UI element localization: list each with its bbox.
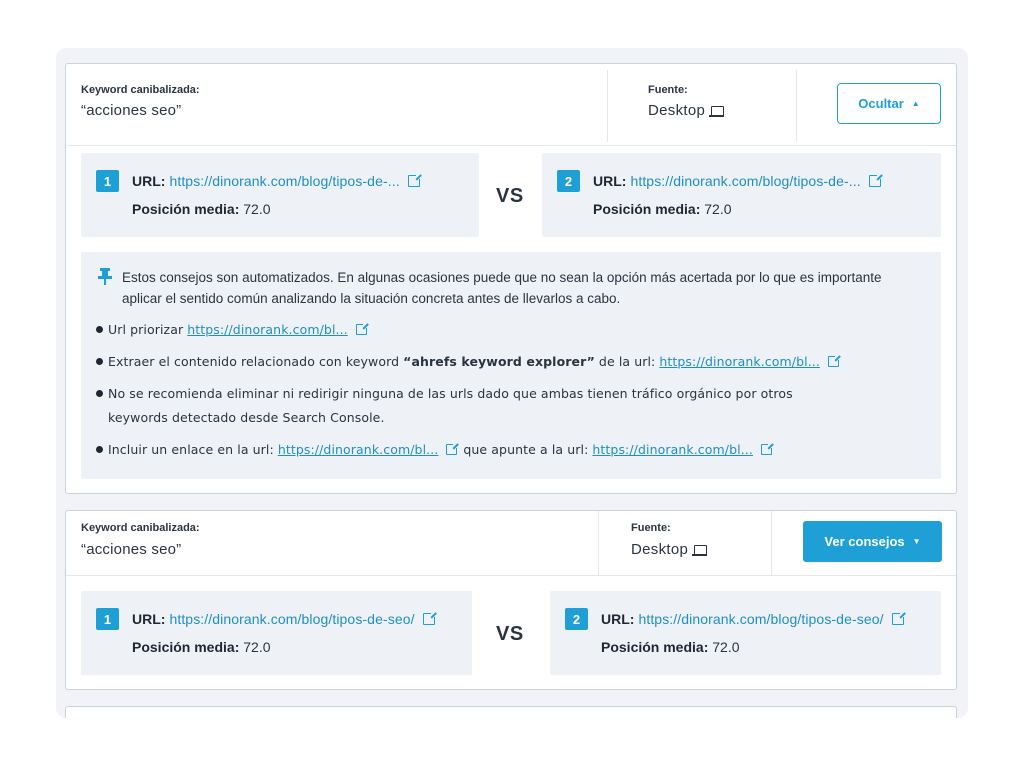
- advice-notice: Estos consejos son automatizados. En alg…: [122, 270, 882, 306]
- advice-text: Url priorizar: [108, 322, 184, 337]
- url-line: URL: https://dinorank.com/blog/tipos-de-…: [601, 611, 906, 627]
- cannibalization-card: Keyword canibalizada: “acciones seo” Fue…: [65, 510, 957, 690]
- advice-panel: Estos consejos son automatizados. En alg…: [81, 252, 941, 479]
- position-label: Posición media:: [132, 201, 240, 217]
- position-line: Posición media: 72.0: [601, 639, 740, 655]
- hide-advice-button[interactable]: Ocultar ▲: [837, 83, 941, 124]
- vs-label: VS: [496, 623, 524, 645]
- advice-item: No se recomienda eliminar ni redirigir n…: [96, 386, 793, 401]
- laptop-icon: [709, 105, 725, 117]
- show-advice-button[interactable]: Ver consejos ▼: [803, 521, 942, 562]
- url-line: URL: https://dinorank.com/blog/tipos-de-…: [132, 173, 422, 189]
- external-link-icon[interactable]: [446, 442, 460, 455]
- bullet-dot: [96, 446, 103, 453]
- position-label: Posición media:: [593, 201, 701, 217]
- bullet-dot: [96, 390, 103, 397]
- laptop-icon: [692, 544, 708, 556]
- bullet-dot: [96, 326, 103, 333]
- url-box-1: 1 URL: https://dinorank.com/blog/tipos-d…: [81, 153, 479, 237]
- url-number-badge: 1: [96, 608, 119, 630]
- advice-link[interactable]: https://dinorank.com/bl...: [187, 322, 348, 337]
- advice-link[interactable]: https://dinorank.com/bl...: [659, 354, 820, 369]
- advice-link[interactable]: https://dinorank.com/bl...: [592, 442, 753, 457]
- url-link[interactable]: https://dinorank.com/blog/tipos-de-...: [630, 173, 860, 189]
- url-box-1: 1 URL: https://dinorank.com/blog/tipos-d…: [81, 591, 472, 675]
- source-label: Fuente:: [631, 522, 671, 534]
- advice-item: Extraer el contenido relacionado con key…: [96, 354, 841, 369]
- advice-text: No se recomienda eliminar ni redirigir n…: [108, 386, 793, 401]
- url-link[interactable]: https://dinorank.com/blog/tipos-de-...: [169, 173, 399, 189]
- cannibalization-list: Keyword canibalizada: “acciones seo” Fue…: [56, 48, 968, 718]
- source-value-text: Desktop: [648, 102, 706, 119]
- external-link-icon[interactable]: [407, 173, 422, 187]
- position-line: Posición media: 72.0: [593, 201, 732, 217]
- url-label: URL:: [593, 173, 627, 189]
- header-divider: [607, 70, 608, 142]
- cannibalization-card: Keyword canibalizada: “acciones seo” Fue…: [65, 63, 957, 494]
- url-number-badge: 2: [565, 608, 588, 630]
- header-divider: [771, 511, 772, 576]
- position-value: 72.0: [243, 201, 271, 217]
- url-label: URL:: [132, 173, 166, 189]
- url-number-badge: 2: [557, 170, 580, 192]
- position-label: Posición media:: [601, 639, 709, 655]
- url-number-badge: 1: [96, 170, 119, 192]
- header-divider: [598, 511, 599, 576]
- keyword-label: Keyword canibalizada:: [81, 84, 200, 96]
- url-line: URL: https://dinorank.com/blog/tipos-de-…: [132, 611, 437, 627]
- advice-text-continued: keywords detectado desde Search Console.: [108, 410, 385, 425]
- source-label: Fuente:: [648, 84, 688, 96]
- advice-link[interactable]: https://dinorank.com/bl...: [278, 442, 439, 457]
- keyword-value: “acciones seo”: [81, 102, 182, 119]
- header-divider: [796, 70, 797, 142]
- source-value: Desktop: [631, 541, 708, 558]
- url-label: URL:: [601, 611, 635, 627]
- url-box-2: 2 URL: https://dinorank.com/blog/tipos-d…: [550, 591, 941, 675]
- caret-up-icon: ▲: [911, 98, 920, 108]
- position-label: Posición media:: [132, 639, 240, 655]
- pin-icon-stem: [104, 278, 106, 285]
- external-link-icon[interactable]: [355, 322, 369, 335]
- source-value-text: Desktop: [631, 541, 689, 558]
- vs-label: VS: [496, 185, 524, 207]
- advice-text: Incluir un enlace en la url:: [108, 442, 274, 457]
- url-link[interactable]: https://dinorank.com/blog/tipos-de-seo/: [638, 611, 883, 627]
- keyword-label: Keyword canibalizada:: [81, 522, 200, 534]
- position-value: 72.0: [243, 639, 271, 655]
- cannibalization-card-partial: [65, 706, 957, 718]
- bullet-dot: [96, 358, 103, 365]
- external-link-icon[interactable]: [422, 611, 437, 625]
- hide-advice-label: Ocultar: [858, 96, 904, 111]
- url-label: URL:: [132, 611, 166, 627]
- advice-keyword: “ahrefs keyword explorer”: [403, 354, 595, 369]
- card-header: Keyword canibalizada: “acciones seo” Fue…: [66, 511, 956, 576]
- external-link-icon[interactable]: [891, 611, 906, 625]
- advice-text: Extraer el contenido relacionado con key…: [108, 354, 400, 369]
- position-value: 72.0: [704, 201, 732, 217]
- position-line: Posición media: 72.0: [132, 639, 271, 655]
- show-advice-label: Ver consejos: [824, 534, 905, 549]
- keyword-value: “acciones seo”: [81, 541, 182, 558]
- url-line: URL: https://dinorank.com/blog/tipos-de-…: [593, 173, 883, 189]
- advice-item: Incluir un enlace en la url: https://din…: [96, 442, 774, 457]
- external-link-icon[interactable]: [760, 442, 774, 455]
- caret-down-icon: ▼: [912, 536, 921, 546]
- external-link-icon[interactable]: [827, 354, 841, 367]
- url-box-2: 2 URL: https://dinorank.com/blog/tipos-d…: [542, 153, 941, 237]
- advice-text: de la url:: [598, 354, 656, 369]
- advice-text: que apunte a la url:: [463, 442, 589, 457]
- position-line: Posición media: 72.0: [132, 201, 271, 217]
- source-value: Desktop: [648, 102, 725, 119]
- advice-item: Url priorizar https://dinorank.com/bl...: [96, 322, 369, 337]
- external-link-icon[interactable]: [868, 173, 883, 187]
- url-link[interactable]: https://dinorank.com/blog/tipos-de-seo/: [169, 611, 414, 627]
- card-header: Keyword canibalizada: “acciones seo” Fue…: [66, 64, 956, 146]
- position-value: 72.0: [712, 639, 740, 655]
